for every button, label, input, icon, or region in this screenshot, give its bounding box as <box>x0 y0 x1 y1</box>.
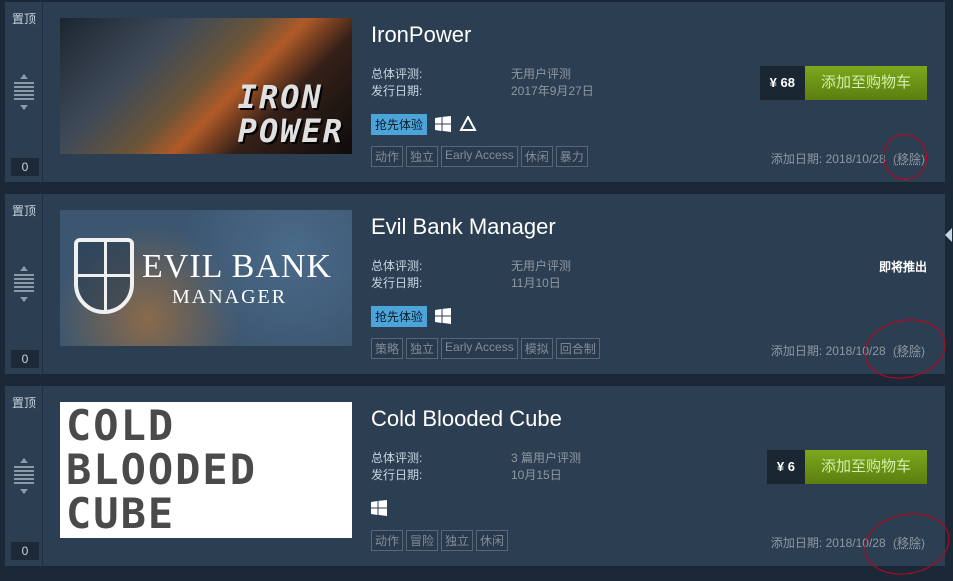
review-value: 无用户评测 <box>511 67 572 81</box>
drag-handle-area[interactable]: 置顶 0 <box>5 386 43 566</box>
review-value: 无用户评测 <box>511 259 572 273</box>
review-label: 总体评测: <box>371 67 423 81</box>
game-capsule-image[interactable]: IRON POWER <box>60 18 352 154</box>
added-label: 添加日期: <box>770 152 823 166</box>
windows-icon <box>371 500 387 516</box>
game-title[interactable]: Cold Blooded Cube <box>371 406 562 432</box>
drag-handle-icon[interactable] <box>14 74 34 110</box>
drag-handle-icon[interactable] <box>14 266 34 302</box>
tag[interactable]: 休闲 <box>476 530 509 551</box>
platform-list: 抢先体验 <box>371 113 477 135</box>
windows-icon <box>435 116 452 132</box>
capsule-logo-subtext: MANAGER <box>172 286 288 308</box>
capsule-logo-text: COLD BLOODED CUBE <box>66 402 258 538</box>
early-access-badge: 抢先体验 <box>371 305 428 327</box>
vr-icon <box>459 116 477 131</box>
pin-to-top-button[interactable]: 置顶 <box>5 10 43 27</box>
tag-list: 动作 独立 Early Access 休闲 暴力 <box>371 146 588 167</box>
game-meta: 总体评测: 无用户评测 发行日期: 11月10日 <box>371 258 571 292</box>
game-meta: 总体评测: 无用户评测 发行日期: 2017年9月27日 <box>371 66 594 100</box>
tag[interactable]: 独立 <box>441 530 474 551</box>
tag[interactable]: Early Access <box>441 146 518 167</box>
coming-soon-label: 即将推出 <box>878 260 927 274</box>
game-title[interactable]: Evil Bank Manager <box>371 214 556 240</box>
price: ¥ 68 <box>769 75 795 90</box>
capsule-logo-text: EVIL BANK <box>142 248 332 285</box>
added-label: 添加日期: <box>770 344 823 358</box>
tag[interactable]: 策略 <box>371 338 404 359</box>
rank-input[interactable]: 0 <box>11 158 39 176</box>
tag[interactable]: 回合制 <box>555 338 600 359</box>
tag-list: 动作 冒险 独立 休闲 <box>371 530 509 551</box>
pin-to-top-button[interactable]: 置顶 <box>5 394 43 411</box>
pin-to-top-button[interactable]: 置顶 <box>5 202 43 219</box>
tag[interactable]: 动作 <box>371 146 404 167</box>
review-label: 总体评测: <box>371 451 423 465</box>
release-label: 发行日期: <box>371 84 423 98</box>
wishlist-row: 置顶 0 EVIL BANK MANAGER Evil Bank Manager… <box>5 194 945 374</box>
tag[interactable]: Early Access <box>441 338 518 359</box>
scroll-arrow-icon <box>945 228 952 242</box>
add-to-cart-button[interactable]: 添加至购物车 <box>804 450 927 484</box>
drag-handle-area[interactable]: 置顶 0 <box>5 194 43 374</box>
wishlist-row: 置顶 0 IRON POWER IronPower 总体评测: 无用户评测 发行日… <box>5 2 945 182</box>
review-value: 3 篇用户评测 <box>511 451 582 465</box>
game-capsule-image[interactable]: COLD BLOODED CUBE <box>60 402 352 538</box>
tag[interactable]: 模拟 <box>520 338 553 359</box>
tag[interactable]: 暴力 <box>555 146 588 167</box>
tag[interactable]: 独立 <box>406 338 439 359</box>
early-access-badge: 抢先体验 <box>371 113 428 135</box>
wishlist-row: 置顶 0 COLD BLOODED CUBE Cold Blooded Cube… <box>5 386 945 566</box>
purchase-area: ¥ 6 添加至购物车 <box>766 450 927 484</box>
release-value: 2017年9月27日 <box>511 84 594 98</box>
tag[interactable]: 休闲 <box>520 146 553 167</box>
game-title[interactable]: IronPower <box>371 22 471 48</box>
add-to-cart-button[interactable]: 添加至购物车 <box>804 66 927 100</box>
windows-icon <box>435 308 452 324</box>
release-label: 发行日期: <box>371 276 423 290</box>
capsule-logo-text: IRON POWER <box>237 78 344 150</box>
tag[interactable]: 冒险 <box>406 530 439 551</box>
tag[interactable]: 动作 <box>371 530 404 551</box>
shield-logo-icon <box>74 238 134 314</box>
rank-input[interactable]: 0 <box>11 542 39 560</box>
tag[interactable]: 独立 <box>406 146 439 167</box>
release-value: 10月15日 <box>511 468 562 482</box>
game-capsule-image[interactable]: EVIL BANK MANAGER <box>60 210 352 346</box>
release-label: 发行日期: <box>371 468 423 482</box>
drag-handle-icon[interactable] <box>14 458 34 494</box>
release-value: 11月10日 <box>511 276 561 290</box>
tag-list: 策略 独立 Early Access 模拟 回合制 <box>371 338 600 359</box>
added-value: 2018/10/28 <box>825 152 886 166</box>
platform-list: 抢先体验 <box>371 305 452 327</box>
rank-input[interactable]: 0 <box>11 350 39 368</box>
price: ¥ 6 <box>776 459 795 474</box>
purchase-area: ¥ 68 添加至购物车 <box>759 66 927 100</box>
platform-list <box>371 498 387 518</box>
game-meta: 总体评测: 3 篇用户评测 发行日期: 10月15日 <box>371 450 581 484</box>
drag-handle-area[interactable]: 置顶 0 <box>5 2 43 182</box>
added-label: 添加日期: <box>770 536 823 550</box>
review-label: 总体评测: <box>371 259 423 273</box>
